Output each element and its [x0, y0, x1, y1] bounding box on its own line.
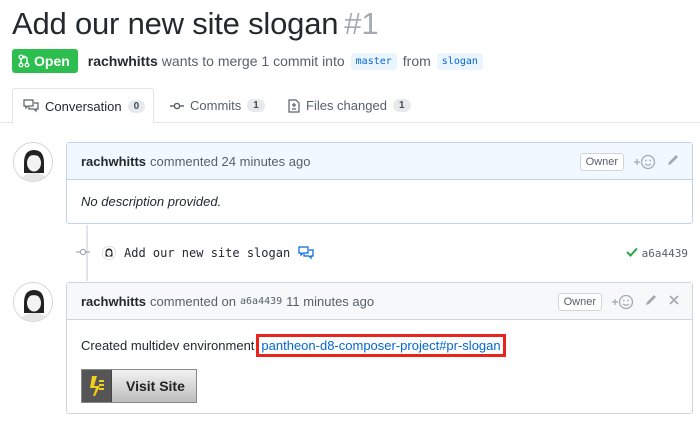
- comment-discussion-icon[interactable]: [298, 246, 314, 260]
- pr-author-link[interactable]: rachwhitts: [88, 53, 158, 69]
- tab-commits[interactable]: Commits 1: [160, 88, 275, 123]
- pr-tabs: Conversation 0 Commits 1 Files changed 1: [0, 88, 700, 124]
- tab-conversation[interactable]: Conversation 0: [12, 88, 154, 124]
- from-text: from: [402, 53, 431, 69]
- commit-row: Add our new site slogan a6a4439: [76, 240, 696, 266]
- tab-commits-label: Commits: [190, 98, 242, 113]
- pull-request-icon: [18, 54, 30, 68]
- commit-avatar[interactable]: [102, 246, 116, 260]
- comment-actions: Owner: [557, 283, 680, 320]
- comment-body-prefix: Created multidev environment: [81, 338, 255, 353]
- close-icon[interactable]: [668, 294, 680, 309]
- comment-timestamp[interactable]: 11 minutes ago: [286, 294, 374, 309]
- add-reaction-icon[interactable]: [634, 154, 656, 170]
- commit-icon: [170, 101, 184, 111]
- comment-header: rachwhitts commented on a6a4439 11 minut…: [67, 283, 692, 320]
- comment-body: Created multidev environment pantheon-d8-…: [67, 320, 692, 417]
- head-branch[interactable]: slogan: [436, 52, 483, 70]
- pr-meta: Open rachwhitts wants to merge 1 commit …: [12, 49, 489, 73]
- pantheon-logo-icon: [82, 370, 112, 402]
- comment-commit-sha-link[interactable]: a6a4439: [240, 296, 282, 307]
- tab-files-changed-label: Files changed: [306, 98, 387, 113]
- comment-author-link[interactable]: rachwhitts: [81, 154, 146, 169]
- comment-action-prefix: commented on: [150, 293, 237, 309]
- tab-files-changed[interactable]: Files changed 1: [278, 88, 421, 123]
- avatar[interactable]: [13, 142, 53, 182]
- comment-text: Created multidev environment pantheon-d8-…: [81, 334, 678, 357]
- commit-icon: [76, 246, 90, 260]
- comment-box: rachwhitts commented on a6a4439 11 minut…: [66, 282, 693, 414]
- state-badge: Open: [12, 49, 78, 73]
- comment-timestamp[interactable]: commented 24 minutes ago: [150, 154, 310, 169]
- commit-sha-link[interactable]: a6a4439: [642, 247, 688, 260]
- pr-title: Add our new site slogan #1: [12, 6, 379, 42]
- edit-pencil-icon[interactable]: [644, 293, 658, 310]
- merge-text: wants to merge 1 commit into: [161, 53, 345, 69]
- tab-commits-count: 1: [247, 99, 265, 112]
- tab-conversation-count: 0: [127, 99, 146, 113]
- base-branch[interactable]: master: [350, 52, 397, 70]
- comment-actions: Owner: [579, 143, 680, 180]
- state-label: Open: [34, 53, 70, 69]
- owner-badge: Owner: [557, 292, 602, 311]
- tab-conversation-label: Conversation: [45, 98, 122, 114]
- comment-body: No description provided.: [81, 194, 222, 209]
- commit-status: a6a4439: [625, 247, 688, 260]
- avatar[interactable]: [13, 282, 53, 322]
- comment-header: rachwhitts commented 24 minutes ago Owne…: [67, 143, 692, 180]
- pr-title-text: Add our new site slogan: [12, 6, 339, 41]
- comment-box: rachwhitts commented 24 minutes ago Owne…: [66, 142, 693, 224]
- visit-site-label: Visit Site: [126, 378, 185, 394]
- tab-files-changed-count: 1: [392, 99, 411, 112]
- comment-author-link[interactable]: rachwhitts: [81, 294, 146, 309]
- conversation-icon: [23, 99, 39, 113]
- add-reaction-icon[interactable]: [612, 294, 634, 310]
- file-diff-icon: [288, 98, 300, 113]
- commit-message-link[interactable]: Add our new site slogan: [124, 246, 290, 260]
- check-icon[interactable]: [625, 247, 638, 260]
- edit-pencil-icon[interactable]: [666, 153, 680, 170]
- owner-badge: Owner: [579, 152, 624, 171]
- visit-site-button[interactable]: Visit Site: [81, 369, 197, 403]
- multidev-environment-link[interactable]: pantheon-d8-composer-project#pr-slogan: [256, 334, 506, 357]
- pr-number: #1: [344, 6, 379, 41]
